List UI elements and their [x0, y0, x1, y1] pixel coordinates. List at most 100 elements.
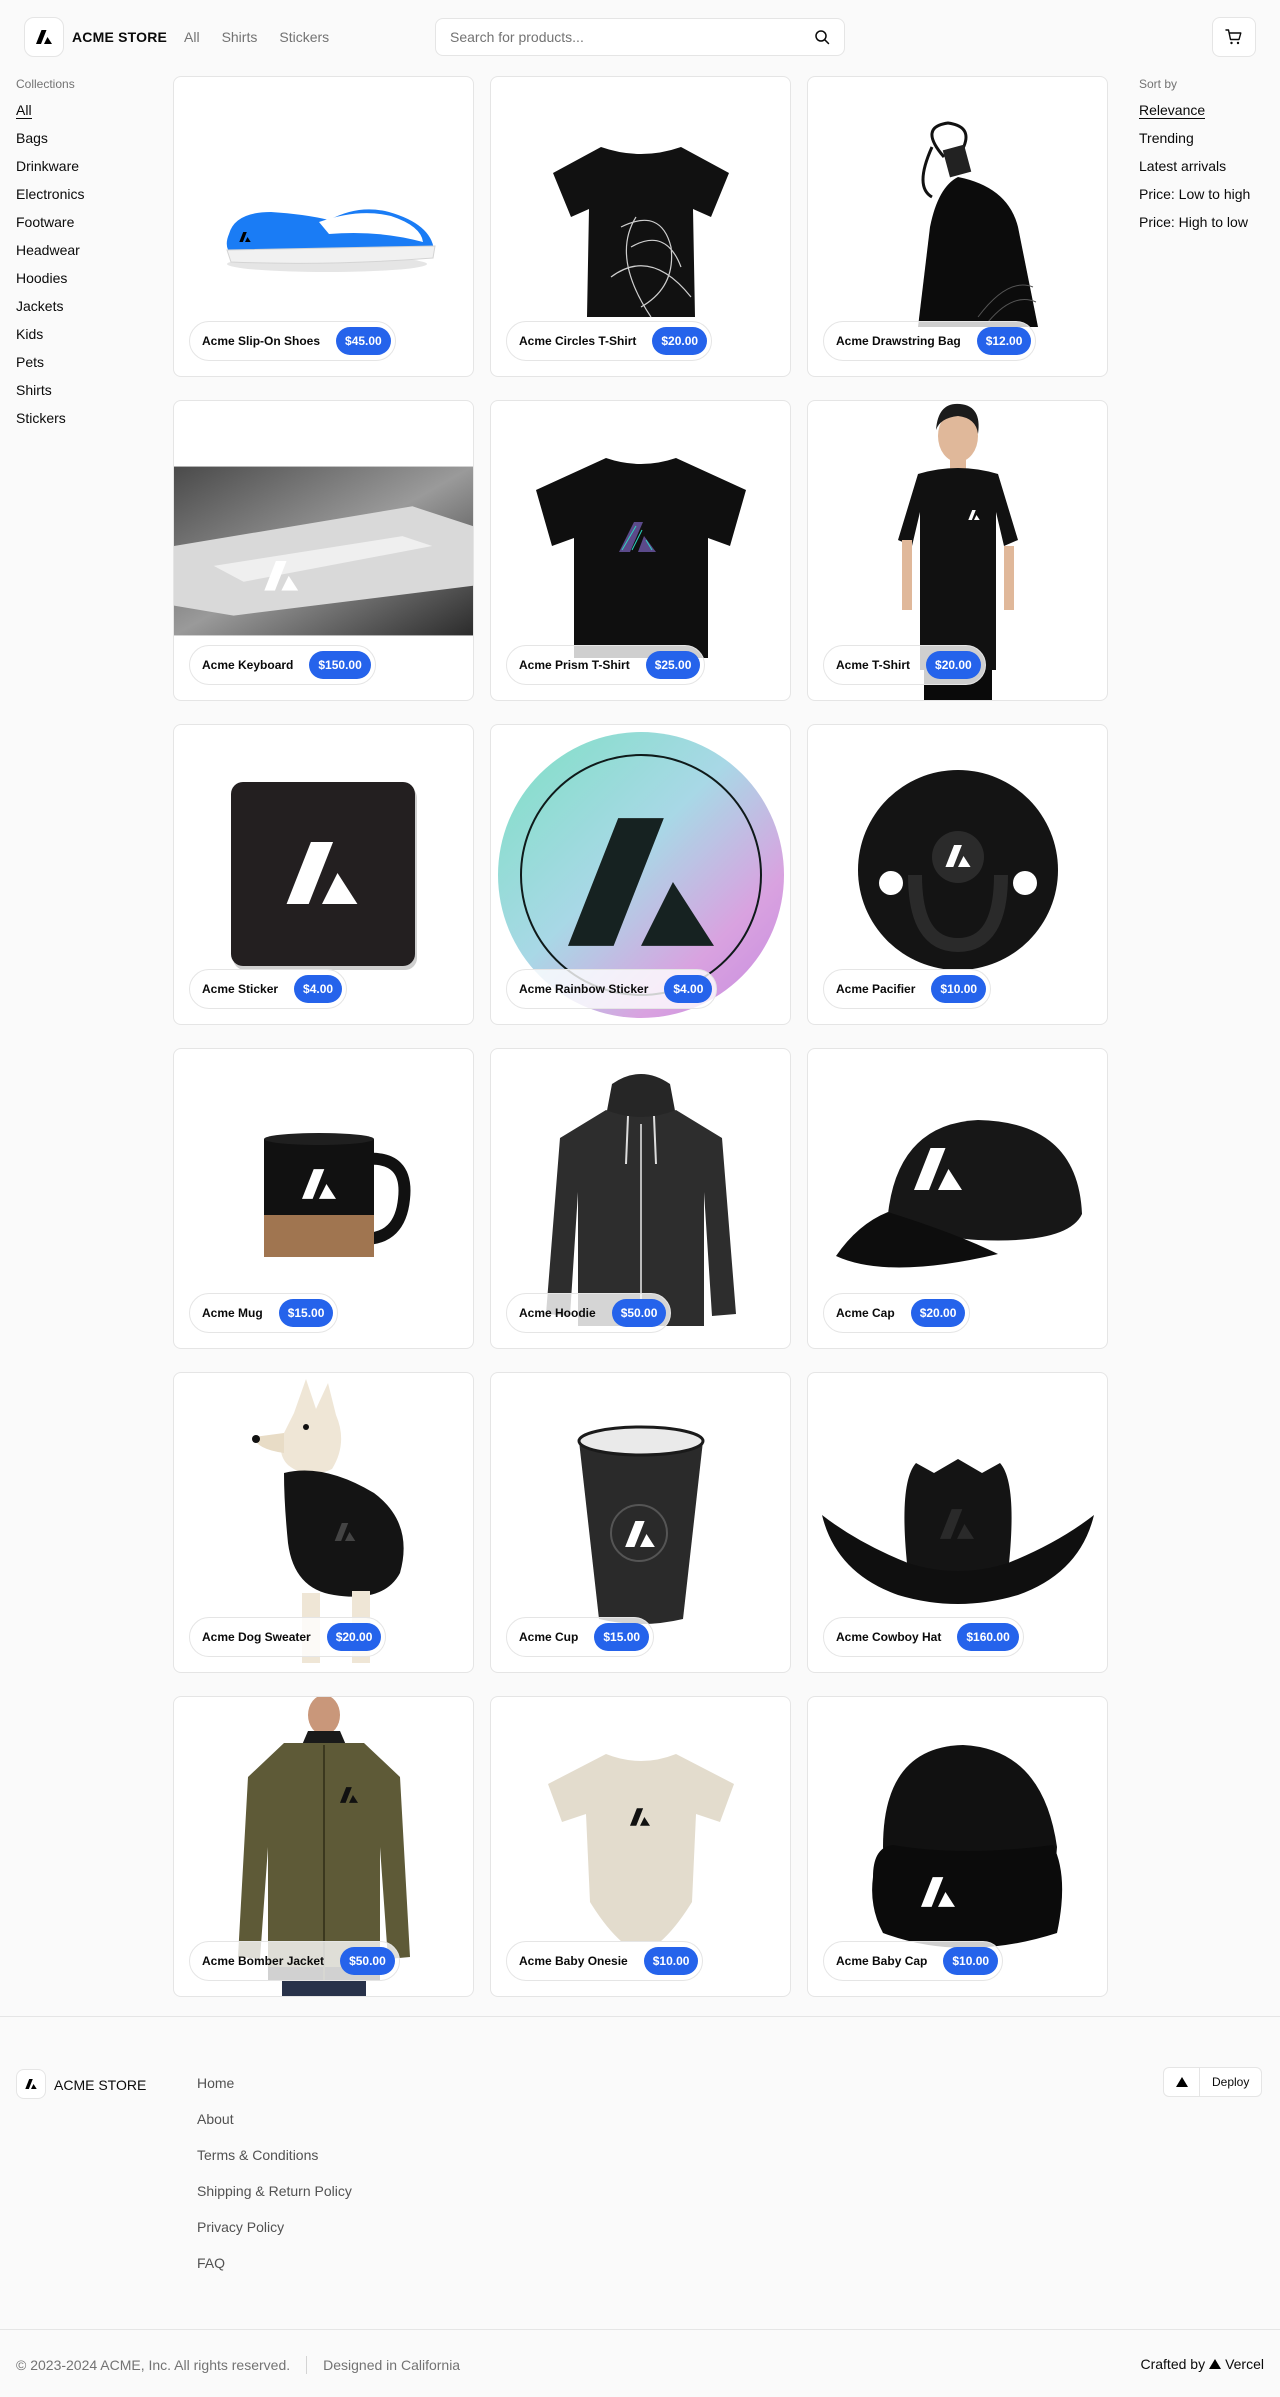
collection-item-jackets[interactable]: Jackets	[16, 297, 156, 325]
copyright-text: © 2023-2024 ACME, Inc. All rights reserv…	[16, 2357, 291, 2373]
product-name: Acme Circles T-Shirt	[519, 334, 637, 348]
product-label: Acme Keyboard $150.00	[189, 645, 376, 685]
price-badge: $10.00	[931, 975, 987, 1003]
collection-item-drinkware[interactable]: Drinkware	[16, 157, 156, 185]
sort-item-price-desc[interactable]: Price: High to low	[1139, 213, 1279, 241]
acme-logo-icon[interactable]	[24, 17, 64, 57]
price-badge: $10.00	[943, 1947, 999, 1975]
product-card[interactable]: Acme Cup $15.00	[490, 1372, 791, 1673]
product-name: Acme Sticker	[202, 982, 279, 996]
price-badge: $20.00	[326, 1623, 382, 1651]
product-card[interactable]: Acme Drawstring Bag $12.00	[807, 76, 1108, 377]
price-badge: $50.00	[340, 1947, 395, 1975]
price-badge: $4.00	[664, 975, 713, 1003]
sort-item-price-asc[interactable]: Price: Low to high	[1139, 185, 1279, 213]
product-card[interactable]: Acme Circles T-Shirt $20.00	[490, 76, 791, 377]
collection-item-all[interactable]: All	[16, 101, 156, 129]
collection-item-hoodies[interactable]: Hoodies	[16, 269, 156, 297]
top-navigation: ACME STORE All Shirts Stickers	[0, 0, 1280, 75]
footer-brand[interactable]: ACME STORE	[54, 2077, 146, 2093]
nav-links: All Shirts Stickers	[184, 29, 329, 45]
product-card[interactable]: Acme Cap $20.00	[807, 1048, 1108, 1349]
sort-item-trending[interactable]: Trending	[1139, 129, 1279, 157]
footer-link-home[interactable]: Home	[197, 2075, 352, 2111]
footer: ACME STORE Home About Terms & Conditions…	[0, 2016, 1280, 2397]
product-label: Acme Slip-On Shoes $45.00	[189, 321, 396, 361]
deploy-button[interactable]: Deploy	[1163, 2067, 1263, 2097]
product-name: Acme Cap	[836, 1306, 895, 1320]
nav-link-all[interactable]: All	[184, 29, 200, 45]
collection-item-pets[interactable]: Pets	[16, 353, 156, 381]
product-name: Acme Cowboy Hat	[836, 1630, 942, 1644]
collection-item-headwear[interactable]: Headwear	[16, 241, 156, 269]
price-badge: $45.00	[336, 327, 391, 355]
search-input[interactable]	[450, 29, 814, 45]
store-brand[interactable]: ACME STORE	[72, 29, 167, 45]
nav-link-shirts[interactable]: Shirts	[222, 29, 258, 45]
footer-link-shipping[interactable]: Shipping & Return Policy	[197, 2183, 352, 2219]
product-grid: Acme Slip-On Shoes $45.00 Acme Circles T…	[173, 76, 1108, 1997]
price-badge: $25.00	[645, 651, 701, 679]
collection-item-bags[interactable]: Bags	[16, 129, 156, 157]
product-label: Acme Baby Onesie $10.00	[506, 1941, 704, 1981]
sort-item-latest[interactable]: Latest arrivals	[1139, 157, 1279, 185]
sort-sidebar: Sort by Relevance Trending Latest arriva…	[1139, 77, 1279, 241]
crafted-by[interactable]: Crafted by Vercel	[1140, 2356, 1264, 2372]
footer-link-about[interactable]: About	[197, 2111, 352, 2147]
product-card[interactable]: Acme Pacifier $10.00	[807, 724, 1108, 1025]
product-label: Acme Mug $15.00	[189, 1293, 339, 1333]
cart-button[interactable]	[1212, 17, 1256, 57]
divider	[306, 2356, 308, 2374]
product-card[interactable]: Acme Hoodie $50.00	[490, 1048, 791, 1349]
product-name: Acme Mug	[202, 1306, 263, 1320]
footer-link-privacy[interactable]: Privacy Policy	[197, 2219, 352, 2255]
product-label: Acme Cap $20.00	[823, 1293, 971, 1333]
product-name: Acme Bomber Jacket	[202, 1954, 325, 1968]
search-icon[interactable]	[814, 29, 830, 45]
collection-item-electronics[interactable]: Electronics	[16, 185, 156, 213]
product-name: Acme Slip-On Shoes	[202, 334, 321, 348]
collection-item-stickers[interactable]: Stickers	[16, 409, 156, 437]
footer-links: Home About Terms & Conditions Shipping &…	[197, 2075, 352, 2291]
product-name: Acme T-Shirt	[836, 658, 911, 672]
product-label: Acme Prism T-Shirt $25.00	[506, 645, 706, 685]
shopping-cart-icon	[1225, 29, 1242, 45]
product-label: Acme Pacifier $10.00	[823, 969, 992, 1009]
product-label: Acme Dog Sweater $20.00	[189, 1617, 387, 1657]
price-badge: $160.00	[957, 1623, 1019, 1651]
product-label: Acme Circles T-Shirt $20.00	[506, 321, 713, 361]
price-badge: $20.00	[926, 651, 981, 679]
product-name: Acme Keyboard	[202, 658, 294, 672]
product-card[interactable]: Acme Keyboard $150.00	[173, 400, 474, 701]
footer-link-faq[interactable]: FAQ	[197, 2255, 352, 2291]
acme-logo-icon[interactable]	[16, 2069, 46, 2099]
product-label: Acme T-Shirt $20.00	[823, 645, 986, 685]
product-name: Acme Prism T-Shirt	[519, 658, 630, 672]
product-card[interactable]: Acme Mug $15.00	[173, 1048, 474, 1349]
product-card[interactable]: Acme Baby Onesie $10.00	[490, 1696, 791, 1997]
product-label: Acme Cowboy Hat $160.00	[823, 1617, 1024, 1657]
product-card[interactable]: Acme Sticker $4.00	[173, 724, 474, 1025]
product-label: Acme Baby Cap $10.00	[823, 1941, 1004, 1981]
collection-item-footware[interactable]: Footware	[16, 213, 156, 241]
product-label: Acme Bomber Jacket $50.00	[189, 1941, 400, 1981]
collection-item-kids[interactable]: Kids	[16, 325, 156, 353]
collection-item-shirts[interactable]: Shirts	[16, 381, 156, 409]
product-card[interactable]: Acme T-Shirt $20.00	[807, 400, 1108, 701]
nav-link-stickers[interactable]: Stickers	[279, 29, 329, 45]
product-name: Acme Dog Sweater	[202, 1630, 311, 1644]
footer-link-terms[interactable]: Terms & Conditions	[197, 2147, 352, 2183]
product-card[interactable]: Acme Baby Cap $10.00	[807, 1696, 1108, 1997]
price-badge: $15.00	[594, 1623, 650, 1651]
product-label: Acme Rainbow Sticker $4.00	[506, 969, 718, 1009]
product-card[interactable]: Acme Rainbow Sticker $4.00	[490, 724, 791, 1025]
sort-item-relevance[interactable]: Relevance	[1139, 101, 1279, 129]
product-card[interactable]: Acme Bomber Jacket $50.00	[173, 1696, 474, 1997]
deploy-label: Deploy	[1212, 2075, 1250, 2089]
product-card[interactable]: Acme Dog Sweater $20.00	[173, 1372, 474, 1673]
product-name: Acme Drawstring Bag	[836, 334, 961, 348]
product-card[interactable]: Acme Slip-On Shoes $45.00	[173, 76, 474, 377]
product-name: Acme Baby Onesie	[519, 1954, 628, 1968]
product-card[interactable]: Acme Prism T-Shirt $25.00	[490, 400, 791, 701]
product-card[interactable]: Acme Cowboy Hat $160.00	[807, 1372, 1108, 1673]
